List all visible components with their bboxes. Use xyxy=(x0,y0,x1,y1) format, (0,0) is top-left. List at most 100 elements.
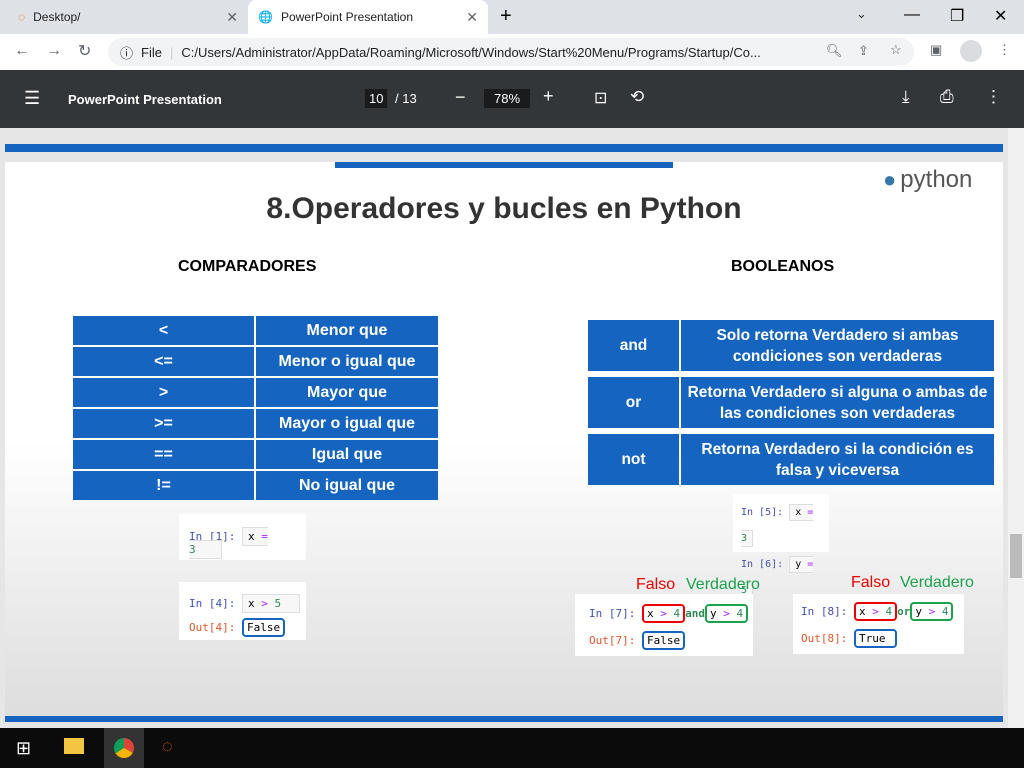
address-bar: ← → ↻ ⓘ File | C:/Users/Administrator/AppDa… xyxy=(0,34,1024,70)
download-icon[interactable]: ⤓ xyxy=(902,87,910,107)
comparator-row: >= Mayor o igual que xyxy=(73,409,438,438)
tab-label: PowerPoint Presentation xyxy=(280,10,414,24)
output-false: False xyxy=(241,618,286,637)
label-falso-or: Falso xyxy=(851,574,891,591)
scrollbar-thumb[interactable] xyxy=(1010,534,1022,578)
scrollbar[interactable] xyxy=(1008,128,1024,728)
python-logo: ● python xyxy=(883,166,973,193)
operator-cell: or xyxy=(588,377,679,428)
comparator-row: < Menor que xyxy=(73,316,438,345)
tab-powerpoint[interactable]: 🌐 PowerPoint Presentation ✕ xyxy=(248,0,488,34)
operator-cell: == xyxy=(73,440,254,469)
comparator-row: != No igual que xyxy=(73,471,438,500)
sidepanel-icon[interactable]: ▣ xyxy=(930,42,942,58)
windows-start-icon[interactable]: ⊞ xyxy=(16,738,31,759)
bookmark-star-icon[interactable]: ☆ xyxy=(890,42,902,58)
comparator-row: <= Menor o igual que xyxy=(73,347,438,376)
label-verdadero-or: Verdadero xyxy=(900,574,974,591)
operator-cell: not xyxy=(588,434,679,485)
zoom-input[interactable]: 78% xyxy=(484,89,531,108)
code-cell-in1: In [1]: x = 3 xyxy=(179,514,306,560)
slide-bottom-bar xyxy=(5,716,1003,722)
slide-accent-bar xyxy=(335,162,673,168)
description-cell: No igual que xyxy=(256,471,438,500)
taskbar: ⊞ ◌ xyxy=(0,728,1024,768)
booleans-table: and Solo retorna Verdadero si ambas condi… xyxy=(586,314,996,491)
info-icon: ⓘ xyxy=(120,45,134,61)
booleans-heading: BOOLEANOS xyxy=(731,258,835,275)
boolean-row: and Solo retorna Verdadero si ambas condi… xyxy=(588,320,994,371)
label-falso-and: Falso xyxy=(636,576,676,593)
chrome-icon xyxy=(114,738,134,758)
restore-button[interactable]: ❐ xyxy=(950,6,964,26)
url-field[interactable]: ⓘ File | C:/Users/Administrator/AppData/Roa… xyxy=(108,38,914,66)
comparators-table: < Menor que <= Menor o igual que > Mayor que >… xyxy=(71,314,440,502)
minimize-button[interactable]: — xyxy=(904,6,920,24)
description-cell: Menor que xyxy=(256,316,438,345)
label-verdadero-and: Verdadero xyxy=(686,576,760,593)
url-prefix: File xyxy=(141,44,162,60)
more-icon[interactable]: ⋮ xyxy=(985,87,1002,107)
new-tab-button[interactable]: + xyxy=(500,5,512,28)
file-explorer-icon[interactable] xyxy=(64,738,84,754)
code-cell-in7: In [7]: x > 4 and y > 4 Out[7]: False xyxy=(575,594,753,656)
chrome-taskbar-button[interactable] xyxy=(104,728,144,768)
pdf-viewer: ● python 8.Operadores y bucles en Python … xyxy=(0,128,1008,728)
url-text: C:/Users/Administrator/AppData/Roaming/M… xyxy=(181,44,761,60)
tab-label: Desktop/ xyxy=(33,10,81,24)
page-number-input[interactable]: 10 xyxy=(365,89,388,108)
comparator-row: == Igual que xyxy=(73,440,438,469)
code-cell-in8: In [8]: x > 4 or y > 4 Out[8]: True xyxy=(793,594,964,654)
description-cell: Retorna Verdadero si alguna o ambas de l… xyxy=(681,377,994,428)
code-cell-in5-in6: In [5]: x = 3 In [6]: y = 5 xyxy=(733,494,829,599)
fit-page-icon[interactable]: ⊡ xyxy=(594,88,607,108)
boolean-row: not Retorna Verdadero si la condición es … xyxy=(588,434,994,485)
app-icon[interactable]: ◌ xyxy=(162,736,173,757)
menu-icon[interactable]: ⋮ xyxy=(998,42,1011,58)
page-total: / 13 xyxy=(395,91,417,106)
pdf-title: PowerPoint Presentation xyxy=(68,92,222,107)
zoom-in-button[interactable]: + xyxy=(543,86,554,107)
print-icon[interactable]: ⎙ xyxy=(940,87,954,107)
operator-cell: and xyxy=(588,320,679,371)
tab-icon: ◌ xyxy=(18,10,26,24)
code-cell-in4: In [4]: x > 5 Out[4]: False xyxy=(179,582,306,640)
zoom-icon[interactable]: 🔍︎ xyxy=(826,43,843,59)
tab-desktop[interactable]: ◌ Desktop/ ✕ xyxy=(8,0,248,34)
close-window-button[interactable]: ✕ xyxy=(994,6,1007,26)
share-icon[interactable]: ⇪ xyxy=(858,43,869,59)
operator-cell: < xyxy=(73,316,254,345)
reload-icon[interactable]: ↻ xyxy=(78,41,91,61)
description-cell: Mayor o igual que xyxy=(256,409,438,438)
description-cell: Igual que xyxy=(256,440,438,469)
hamburger-menu-icon[interactable]: ☰ xyxy=(24,88,40,109)
output-true: True xyxy=(853,629,898,648)
python-logo-text: python xyxy=(900,166,973,193)
comparators-heading: COMPARADORES xyxy=(178,258,317,275)
boolean-row: or Retorna Verdadero si alguna o ambas de… xyxy=(588,377,994,428)
slide: ● python 8.Operadores y bucles en Python … xyxy=(5,162,1003,722)
globe-icon: 🌐 xyxy=(258,10,273,24)
operator-cell: <= xyxy=(73,347,254,376)
operator-cell: > xyxy=(73,378,254,407)
profile-icon[interactable] xyxy=(960,40,982,62)
pdf-toolbar: ☰ PowerPoint Presentation 10 / 13 − 78% … xyxy=(0,70,1024,128)
comparator-row: > Mayor que xyxy=(73,378,438,407)
operator-cell: != xyxy=(73,471,254,500)
slide-title: 8.Operadores y bucles en Python xyxy=(266,192,742,225)
previous-page-bottom-bar xyxy=(5,144,1003,152)
tab-search-icon[interactable]: ⌄ xyxy=(856,6,867,22)
back-icon[interactable]: ← xyxy=(14,42,30,60)
rotate-icon[interactable]: ⟲ xyxy=(630,87,644,107)
close-tab-icon[interactable]: ✕ xyxy=(226,9,238,26)
description-cell: Solo retorna Verdadero si ambas condicio… xyxy=(681,320,994,371)
forward-icon[interactable]: → xyxy=(46,42,62,60)
description-cell: Retorna Verdadero si la condición es fal… xyxy=(681,434,994,485)
output-false: False xyxy=(641,631,686,650)
operator-cell: >= xyxy=(73,409,254,438)
zoom-out-button[interactable]: − xyxy=(455,87,466,108)
description-cell: Menor o igual que xyxy=(256,347,438,376)
close-tab-icon[interactable]: ✕ xyxy=(466,9,478,26)
tab-bar: ◌ Desktop/ ✕ 🌐 PowerPoint Presentation ✕ + ⌄… xyxy=(0,0,1024,34)
description-cell: Mayor que xyxy=(256,378,438,407)
